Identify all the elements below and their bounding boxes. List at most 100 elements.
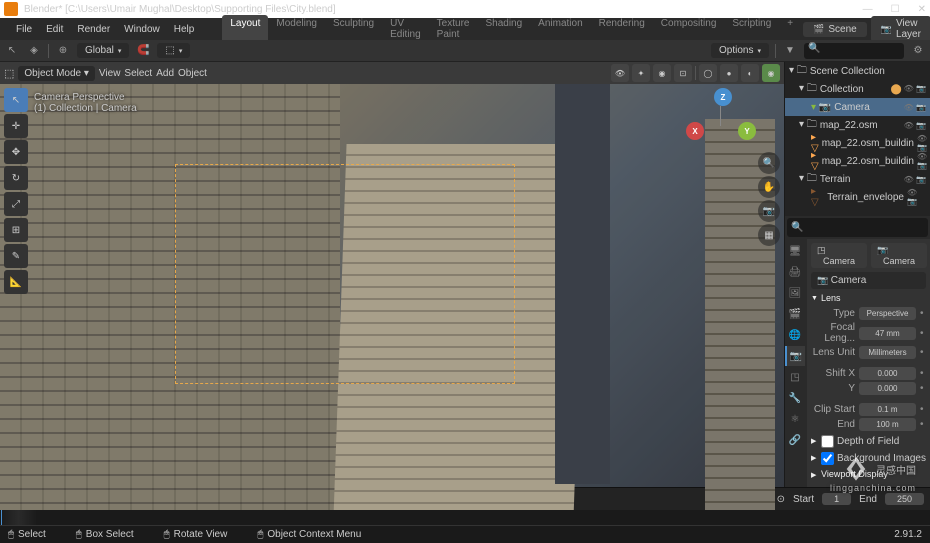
tab-shading[interactable]: Shading xyxy=(477,15,530,43)
outliner-item[interactable]: Collection xyxy=(820,84,864,95)
tab-compositing[interactable]: Compositing xyxy=(653,15,725,43)
outliner-item[interactable]: map_22.osm_buildin xyxy=(822,138,914,149)
tab-scripting[interactable]: Scripting xyxy=(724,15,779,43)
perspective-toggle-button[interactable]: ▦ xyxy=(758,224,780,246)
3d-viewport[interactable]: Camera Perspective (1) Collection | Came… xyxy=(0,84,784,487)
tab-animation[interactable]: Animation xyxy=(530,15,590,43)
outliner-item[interactable]: map_22.osm xyxy=(820,120,878,131)
menu-window[interactable]: Window xyxy=(118,24,166,35)
move-tool[interactable]: ✥ xyxy=(4,140,28,164)
tab-texture-paint[interactable]: Texture Paint xyxy=(429,15,478,43)
close-button[interactable]: ✕ xyxy=(918,4,926,15)
property-search[interactable]: 🔍 xyxy=(787,218,928,237)
lens-type-select[interactable]: Perspective xyxy=(859,307,916,320)
rotate-tool[interactable]: ↻ xyxy=(4,166,28,190)
axis-z[interactable]: Z xyxy=(714,88,732,106)
gizmo-toggle-icon[interactable]: ✦ xyxy=(632,64,650,82)
breadcrumb-object[interactable]: ◳ Camera xyxy=(811,243,867,268)
breadcrumb-data[interactable]: 📷 Camera xyxy=(871,243,927,268)
tab-rendering[interactable]: Rendering xyxy=(591,15,653,43)
tab-modifier-props[interactable]: 🔧 xyxy=(785,388,805,408)
shading-material-icon[interactable]: ◐ xyxy=(741,64,759,82)
tab-add[interactable]: + xyxy=(779,15,801,43)
tab-render-props[interactable]: 🖥 xyxy=(785,241,805,261)
tab-physics-props[interactable]: ⚛ xyxy=(785,409,805,429)
menu-select[interactable]: Select xyxy=(124,68,152,79)
menu-add[interactable]: Add xyxy=(156,68,174,79)
menu-object[interactable]: Object xyxy=(178,68,207,79)
section-dof[interactable]: Depth of Field xyxy=(811,435,926,448)
transform-tool[interactable]: ⊞ xyxy=(4,218,28,242)
clip-start-field[interactable]: 0.1 m xyxy=(859,403,916,416)
shift-x-field[interactable]: 0.000 xyxy=(859,367,916,380)
shading-solid-icon[interactable]: ● xyxy=(720,64,738,82)
cursor-tool[interactable]: ✛ xyxy=(4,114,28,138)
mode-selector[interactable]: Object Mode ▾ xyxy=(18,66,95,81)
filter-icon[interactable]: ▼ xyxy=(782,43,798,59)
tab-object-data-props[interactable]: 📷 xyxy=(785,346,805,366)
tab-modeling[interactable]: Modeling xyxy=(268,15,325,43)
focal-length-field[interactable]: 47 mm xyxy=(859,327,916,340)
orientation-dropdown[interactable]: Global▾ xyxy=(77,43,129,58)
tool-icon[interactable]: ↖ xyxy=(4,43,20,59)
maximize-button[interactable]: ☐ xyxy=(891,4,900,15)
annotate-tool[interactable]: ✎ xyxy=(4,244,28,268)
tab-sculpting[interactable]: Sculpting xyxy=(325,15,382,43)
tab-viewlayer-props[interactable]: 🖼 xyxy=(785,283,805,303)
outliner-item[interactable]: map_22.osm_buildin xyxy=(822,156,914,167)
lens-unit-select[interactable]: Millimeters xyxy=(859,346,916,359)
snap-dropdown[interactable]: ⬚ ▾ xyxy=(157,43,190,58)
outliner-root[interactable]: Scene Collection xyxy=(810,66,885,77)
select-tool[interactable]: ↖ xyxy=(4,88,28,112)
tab-scene-props[interactable]: 🎬 xyxy=(785,304,805,324)
viewlayer-selector[interactable]: 📷View Layer xyxy=(871,16,930,42)
outliner-item[interactable]: Terrain xyxy=(820,174,851,185)
clip-end-field[interactable]: 100 m xyxy=(859,418,916,431)
tab-world-props[interactable]: 🌐 xyxy=(785,325,805,345)
menu-file[interactable]: File xyxy=(10,24,38,35)
menu-edit[interactable]: Edit xyxy=(40,24,69,35)
minimize-button[interactable]: — xyxy=(863,4,873,15)
filter-toggle-icon[interactable]: ⚙ xyxy=(910,43,926,59)
menu-view[interactable]: View xyxy=(99,68,121,79)
menu-help[interactable]: Help xyxy=(168,24,201,35)
tab-constraint-props[interactable]: 🔗 xyxy=(785,430,805,450)
tab-object-props[interactable]: ◳ xyxy=(785,367,805,387)
tab-output-props[interactable]: 🖨 xyxy=(785,262,805,282)
tab-layout[interactable]: Layout xyxy=(222,15,268,43)
end-frame-field[interactable]: 250 xyxy=(885,493,924,505)
datablock-name[interactable]: 📷 Camera xyxy=(811,272,926,289)
workspace-tabs: Layout Modeling Sculpting UV Editing Tex… xyxy=(222,15,801,43)
menu-render[interactable]: Render xyxy=(71,24,116,35)
snap-icon[interactable]: 🧲 xyxy=(135,43,151,59)
measure-tool[interactable]: 📐 xyxy=(4,270,28,294)
axis-y[interactable]: Y xyxy=(738,122,756,140)
shading-rendered-icon[interactable]: ◉ xyxy=(762,64,780,82)
zoom-button[interactable]: 🔍 xyxy=(758,152,780,174)
outliner[interactable]: ▾ 🗀Scene Collection ▾ 🗀Collection⬤ 👁 📷 ▾… xyxy=(785,62,930,216)
scale-tool[interactable]: ⤢ xyxy=(4,192,28,216)
options-dropdown[interactable]: Options ▾ xyxy=(711,43,769,58)
outliner-item-camera[interactable]: Camera xyxy=(834,102,870,113)
cursor-icon[interactable]: ◈ xyxy=(26,43,42,59)
outliner-search[interactable]: 🔍 xyxy=(804,43,904,59)
navigation-gizmo[interactable]: Z X Y xyxy=(696,92,752,148)
scene-selector[interactable]: 🎬Scene xyxy=(803,22,867,37)
orientation-icon[interactable]: ⊕ xyxy=(55,43,71,59)
axis-x[interactable]: X xyxy=(686,122,704,140)
pan-button[interactable]: ✋ xyxy=(758,176,780,198)
section-bgimages[interactable]: Background Images xyxy=(811,452,926,465)
outliner-item[interactable]: Terrain_envelope xyxy=(827,192,904,203)
select-visibility-icon[interactable]: 👁 xyxy=(611,64,629,82)
start-frame-field[interactable]: 1 xyxy=(822,493,851,505)
xray-toggle-icon[interactable]: ⊡ xyxy=(674,64,692,82)
camera-view-button[interactable]: 📷 xyxy=(758,200,780,222)
building-geometry xyxy=(0,84,340,519)
shift-y-field[interactable]: 0.000 xyxy=(859,382,916,395)
shading-wireframe-icon[interactable]: ◯ xyxy=(699,64,717,82)
section-viewport-display[interactable]: Viewport Display xyxy=(811,469,926,479)
section-lens[interactable]: Lens xyxy=(811,293,926,303)
main-menubar: File Edit Render Window Help Layout Mode… xyxy=(0,18,930,40)
tab-uv-editing[interactable]: UV Editing xyxy=(382,15,429,43)
overlay-toggle-icon[interactable]: ◉ xyxy=(653,64,671,82)
